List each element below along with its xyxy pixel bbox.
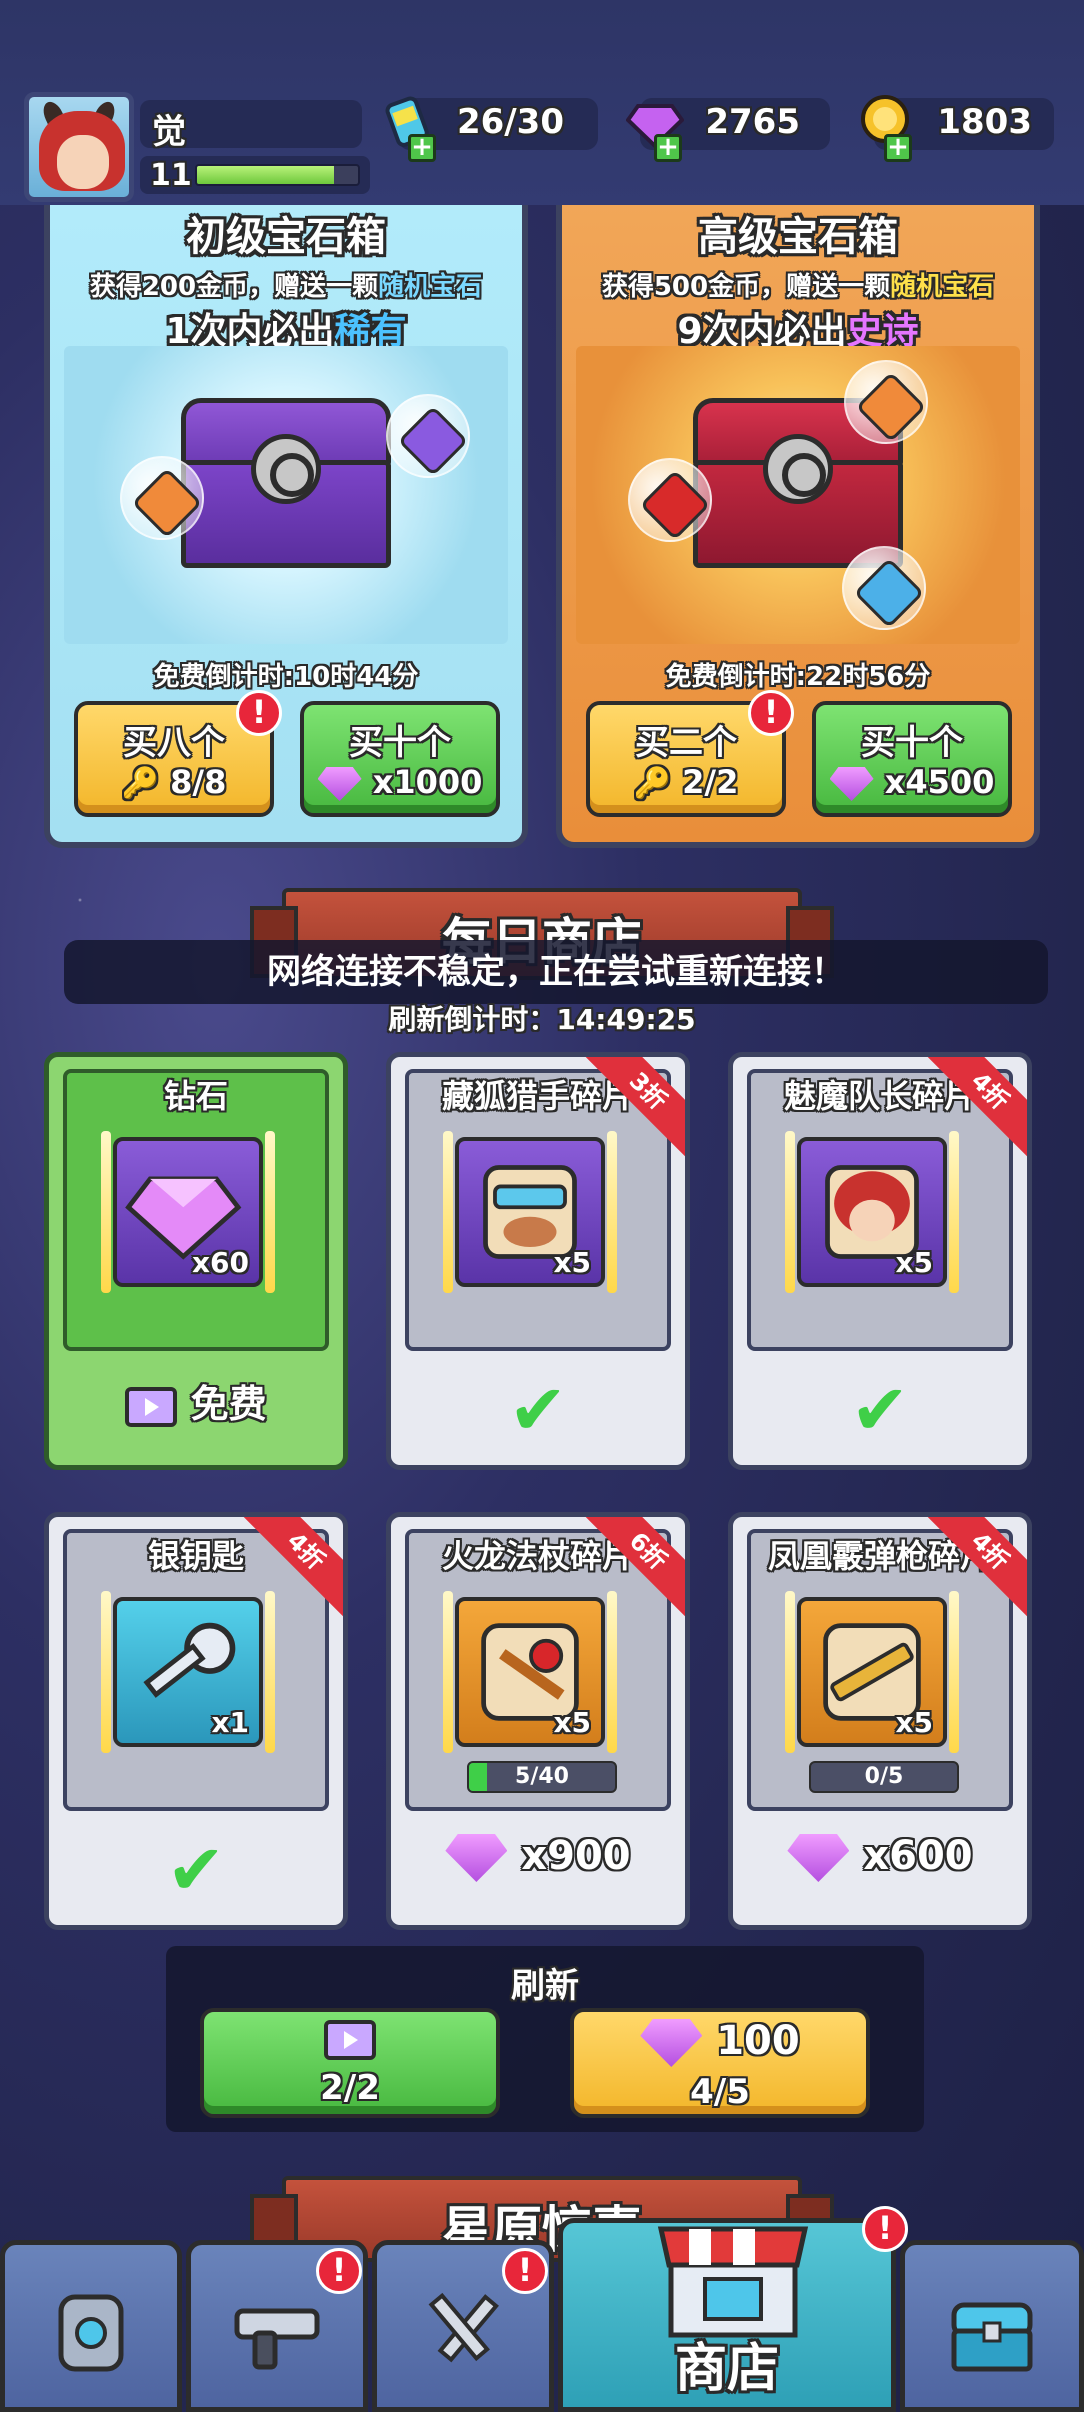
progress-text: 5/40 (515, 1764, 569, 1789)
buy-with-gems-button[interactable]: 买十个 x4500 (812, 701, 1012, 817)
notification-badge: ! (236, 690, 282, 736)
item-frame: x5 (797, 1137, 947, 1287)
video-ad-icon (324, 2020, 376, 2060)
gem-icon (640, 2019, 703, 2067)
item-quantity: x5 (895, 1706, 933, 1739)
free-timer: 免费倒计时:22时56分 (665, 662, 931, 692)
refresh-ad-button[interactable]: 2/2 (200, 2008, 500, 2118)
purple-chest-icon (181, 398, 391, 568)
gem-icon (787, 1834, 850, 1882)
key-icon: 🔑 (121, 766, 159, 801)
chest-description: 获得200金币，赠送一颗随机宝石 (89, 272, 483, 302)
shop-item-diamond[interactable]: 钻石 x60 免费 (44, 1052, 348, 1470)
buy-price-button[interactable]: x600 (733, 1833, 1027, 1882)
orange-gem-icon (844, 360, 928, 444)
shop-notification-badge: ! (862, 2206, 908, 2252)
gem-icon (317, 767, 362, 801)
shop-item-phoenix-shotgun-shard[interactable]: 凤凰霰弹枪碎片 4折 x5 0/5 x600 (728, 1512, 1032, 1930)
shard-progress-bar: 0/5 (809, 1761, 959, 1793)
item-frame: x5 (797, 1597, 947, 1747)
add-gems-button[interactable]: + (654, 134, 682, 162)
free-timer: 免费倒计时:10时44分 (153, 662, 419, 692)
red-gem-icon (628, 458, 712, 542)
claim-free-button[interactable]: 免费 (49, 1373, 343, 1428)
buy-price-button[interactable]: x900 (391, 1833, 685, 1882)
add-energy-button[interactable]: + (408, 134, 436, 162)
notification-badge: ! (748, 690, 794, 736)
nav-tab-chest[interactable] (900, 2240, 1084, 2412)
add-coins-button[interactable]: + (884, 134, 912, 162)
item-quantity: x1 (211, 1706, 249, 1739)
chest-description: 获得500金币，赠送一颗随机宝石 (601, 272, 995, 302)
armor-icon (58, 2294, 124, 2372)
gem-refresh-cost: 100 (716, 2018, 800, 2064)
refresh-gem-button[interactable]: 100 4/5 (570, 2008, 870, 2118)
swords-icon (428, 2292, 499, 2363)
item-quantity: x60 (191, 1246, 249, 1279)
refresh-title: 刷新 (511, 1966, 579, 2006)
purchased-check-icon: ✔ (166, 1829, 226, 1911)
shop-item-succubus-captain-shard[interactable]: 魅魔队长碎片 4折 x5 ✔ (728, 1052, 1032, 1470)
progress-text: 0/5 (864, 1764, 904, 1789)
key-count: 🔑 8/8 (121, 763, 227, 801)
nav-tab-armor[interactable] (0, 2240, 182, 2412)
button-label: 买十个 (349, 723, 451, 763)
player-name: 觉 (152, 112, 186, 152)
network-warning-toast: 网络连接不稳定，正在尝试重新连接！ (64, 940, 1048, 1004)
gem-value: 2765 (705, 102, 800, 142)
video-ad-icon (125, 1386, 178, 1427)
shop-item-silver-key[interactable]: 银钥匙 4折 x1 ✔ (44, 1512, 348, 1930)
purchased-check-icon: ✔ (850, 1369, 910, 1451)
energy-value: 26/30 (456, 102, 564, 142)
buy-with-gems-button[interactable]: 买十个 x1000 (300, 701, 500, 817)
advanced-gem-chest-panel: 高级宝石箱 获得500金币，赠送一颗随机宝石 9次内必出史诗 免费倒计时:22时… (556, 150, 1040, 848)
chest-title: 初级宝石箱 (186, 214, 386, 260)
key-count: 🔑 2/2 (633, 763, 739, 801)
nav-tab-shop[interactable]: 商店 (558, 2218, 896, 2412)
chest-display[interactable] (576, 346, 1020, 644)
gem-price: x4500 (816, 763, 1008, 801)
item-frame: x5 (455, 1597, 605, 1747)
key-icon: 🔑 (633, 766, 671, 801)
chest-icon (951, 2302, 1033, 2372)
shop-icon (657, 2226, 809, 2338)
nav-label-shop: 商店 (674, 2339, 779, 2399)
chest-title: 高级宝石箱 (698, 214, 898, 260)
item-frame: x60 (113, 1137, 263, 1287)
gem-icon (829, 767, 874, 801)
refresh-panel: 刷新 2/2 100 4/5 (166, 1946, 924, 2132)
shard-progress-bar: 5/40 (467, 1761, 617, 1793)
item-quantity: x5 (553, 1246, 591, 1279)
item-quantity: x5 (895, 1246, 933, 1279)
rainbow-gem-icon (842, 546, 926, 630)
refresh-countdown: 刷新倒计时：14:49:25 (388, 1003, 696, 1036)
orange-gem-icon (120, 456, 204, 540)
shop-item-fox-hunter-shard[interactable]: 藏狐猎手碎片 3折 x5 ✔ (386, 1052, 690, 1470)
gem-price: x1000 (304, 763, 496, 801)
item-frame: x1 (113, 1597, 263, 1747)
player-level: 11 (150, 158, 192, 193)
epic-gem-icon (386, 394, 470, 478)
player-avatar[interactable] (24, 92, 134, 202)
item-quantity: x5 (553, 1706, 591, 1739)
shop-item-fire-dragon-staff-shard[interactable]: 火龙法杖碎片 6折 x5 5/40 x900 (386, 1512, 690, 1930)
button-label: 买十个 (861, 723, 963, 763)
gem-refresh-count: 4/5 (690, 2072, 750, 2112)
gun-icon (234, 2308, 320, 2370)
chest-display[interactable] (64, 346, 508, 644)
purchased-check-icon: ✔ (508, 1369, 568, 1451)
basic-gem-chest-panel: 初级宝石箱 获得200金币，赠送一颗随机宝石 1次内必出稀有 免费倒计时:10时… (44, 150, 528, 848)
ad-refresh-count: 2/2 (320, 2068, 380, 2108)
coin-value: 1803 (937, 102, 1032, 142)
item-frame: x5 (455, 1137, 605, 1287)
weapons-notification-badge: ! (316, 2248, 362, 2294)
gem-icon (445, 1834, 508, 1882)
item-title: 钻石 (163, 1077, 228, 1115)
top-status-bar: 觉 11 + 26/30 + 2765 + 1803 (0, 0, 1084, 205)
level-progress-bar (195, 164, 360, 186)
battle-notification-badge: ! (502, 2248, 548, 2294)
